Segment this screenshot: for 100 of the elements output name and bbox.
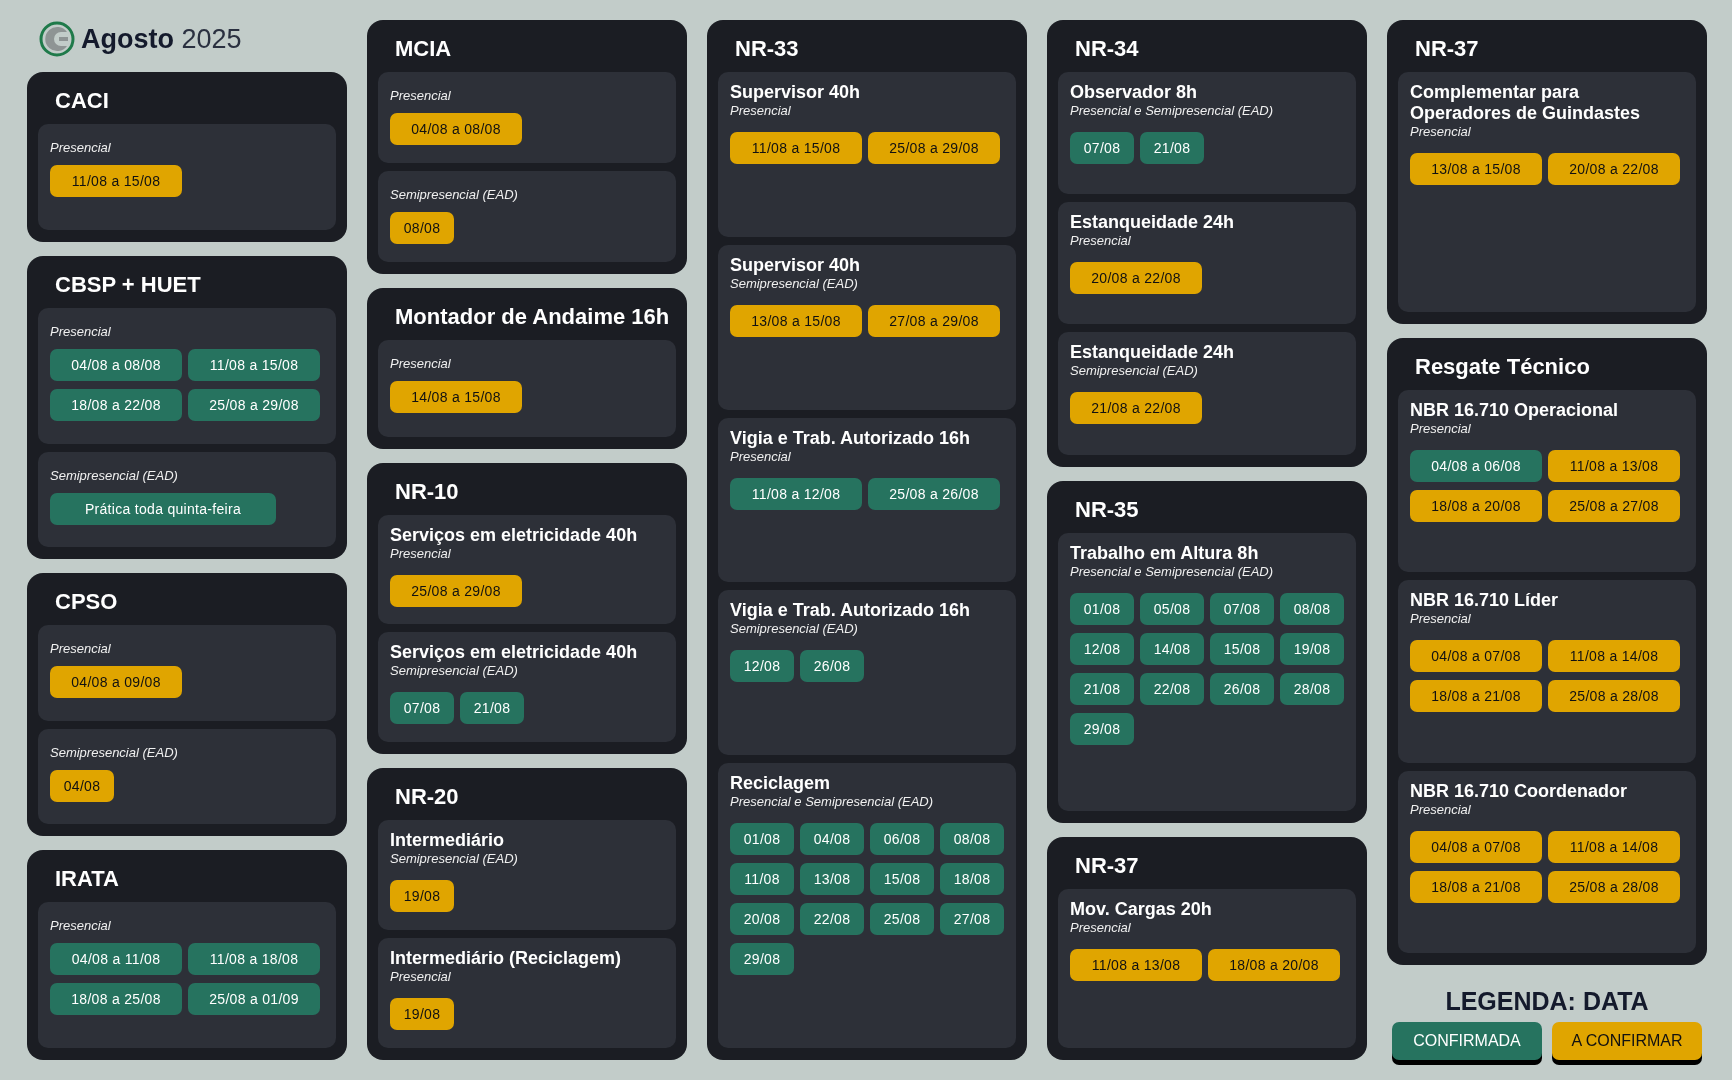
course-title: Supervisor 40h (730, 82, 862, 103)
modality-label: Presencial (390, 969, 452, 985)
date-chip: 18/08 a 25/08 (50, 983, 182, 1015)
date-chip: 29/08 (1070, 712, 1134, 745)
date-chip: 21/08 (1070, 672, 1134, 705)
modality-label: Semipresencial (EAD) (390, 186, 519, 202)
legend-title: LEGENDA: DATA (1445, 987, 1649, 1016)
date-chip: 13/08 (800, 863, 864, 896)
course-title: NBR 16.710 Operacional (1410, 400, 1620, 421)
date-chip: 11/08 a 13/08 (1070, 949, 1202, 982)
modality-label: Presencial (390, 88, 452, 103)
course-title: NBR 16.710 Coordenador (1410, 780, 1629, 802)
card-title: MCIA (394, 35, 453, 63)
date-chip: 15/08 (870, 863, 934, 896)
date-chip: 25/08 a 29/08 (188, 389, 320, 421)
date-chip: 21/08 a 22/08 (1070, 392, 1202, 425)
date-chip: 14/08 (1140, 632, 1204, 665)
date-chip: 11/08 a 15/08 (730, 132, 862, 164)
modality-label: Presencial (50, 140, 112, 155)
modality-label: Presencial (1070, 233, 1132, 249)
course-title: Intermediário (Reciclagem) (390, 948, 623, 970)
date-chip: 11/08 a 18/08 (188, 943, 320, 975)
date-chip: 04/08 a 08/08 (390, 113, 522, 145)
modality-label: Presencial e Semipresencial (EAD) (1070, 563, 1275, 579)
modality-label: Semipresencial (EAD) (1070, 363, 1199, 379)
date-chip: 20/08 a 22/08 (1070, 262, 1202, 295)
date-chip: 11/08 a 12/08 (730, 477, 862, 510)
date-chip: 06/08 (870, 823, 934, 856)
date-chip: 27/08 (940, 903, 1004, 936)
course-title: Estanqueidade 24h (1070, 212, 1236, 234)
card-title: IRATA (54, 865, 120, 893)
modality-label: Semipresencial (EAD) (730, 275, 859, 291)
date-chip: 12/08 (730, 650, 794, 683)
course-title: NBR 16.710 Líder (1410, 590, 1560, 612)
logo-icon (39, 21, 75, 57)
date-chip: 13/08 a 15/08 (730, 304, 862, 337)
date-chip: 26/08 (800, 650, 864, 683)
modality-label: Semipresencial (EAD) (730, 621, 859, 637)
date-chip: 11/08 (730, 863, 794, 896)
card-title: NR-20 (394, 783, 460, 812)
card-title: NR-37 (1414, 35, 1480, 63)
date-chip: 18/08 a 20/08 (1208, 949, 1340, 982)
date-chip: 08/08 (940, 823, 1004, 856)
course-title: Serviços em eletricidade 40h (390, 642, 639, 664)
date-chip: 04/08 (50, 769, 114, 802)
date-chip: 29/08 (730, 943, 794, 976)
modality-label: Semipresencial (EAD) (50, 467, 179, 483)
date-chip: 25/08 a 26/08 (868, 477, 1000, 510)
card-title: Resgate Técnico (1414, 353, 1591, 381)
date-chip: 15/08 (1210, 632, 1274, 665)
date-chip: 22/08 (800, 903, 864, 936)
modality-label: Semipresencial (EAD) (390, 851, 519, 867)
date-chip: 07/08 (390, 692, 454, 725)
card-title: Montador de Andaime 16h (394, 302, 671, 331)
date-chip: 18/08 (940, 863, 1004, 896)
modality-label: Semipresencial (EAD) (50, 744, 179, 760)
modality-label: Presencial (390, 545, 452, 561)
date-chip: 05/08 (1140, 592, 1204, 625)
date-chip: 27/08 a 29/08 (868, 304, 1000, 337)
date-chip: 21/08 (460, 692, 524, 725)
modality-label: Presencial (730, 103, 792, 118)
date-chip: 04/08 a 08/08 (50, 349, 182, 381)
modality-label: Presencial (1410, 611, 1472, 627)
card-title: CBSP + HUET (54, 271, 202, 299)
card-title: NR-33 (734, 35, 800, 63)
date-chip: 04/08 a 06/08 (1410, 450, 1542, 482)
date-chip: 14/08 a 15/08 (390, 380, 522, 413)
card-title: NR-10 (394, 477, 460, 506)
date-chip: 07/08 (1070, 132, 1134, 164)
course-title: Trabalho em Altura 8h (1070, 542, 1260, 564)
modality-label: Presencial (50, 918, 112, 933)
card-title: CPSO (54, 588, 119, 616)
date-chip: 25/08 a 01/09 (188, 983, 320, 1015)
modality-label: Presencial (1410, 801, 1472, 817)
date-chip: 07/08 (1210, 592, 1274, 625)
date-chip: 18/08 a 20/08 (1410, 490, 1542, 522)
modality-label: Presencial (1410, 124, 1472, 139)
date-chip: 11/08 a 14/08 (1548, 830, 1680, 863)
course-title: Intermediário (390, 830, 506, 852)
date-chip: 25/08 a 27/08 (1548, 490, 1680, 522)
modality-label: Presencial (1410, 421, 1472, 436)
date-chip: 25/08 (870, 903, 934, 936)
date-chip: 01/08 (1070, 592, 1134, 625)
date-chip: 25/08 a 29/08 (868, 132, 1000, 164)
date-chip: 01/08 (730, 823, 794, 856)
date-chip: 19/08 (390, 998, 454, 1031)
card-title: NR-37 (1074, 852, 1140, 881)
modality-label: Presencial (1070, 920, 1132, 936)
date-chip: 21/08 (1140, 132, 1204, 164)
date-chip: 18/08 a 22/08 (50, 389, 182, 421)
date-chip: 25/08 a 28/08 (1548, 680, 1680, 713)
modality-label: Presencial (50, 324, 112, 339)
date-chip: 18/08 a 21/08 (1410, 680, 1542, 713)
date-chip: 18/08 a 21/08 (1410, 870, 1542, 903)
date-chip: 08/08 (1280, 592, 1344, 625)
date-chip: 04/08 a 09/08 (50, 666, 182, 698)
course-title: Complementar para Operadores de Guindastes (1410, 82, 1642, 124)
date-chip: 26/08 (1210, 672, 1274, 705)
date-chip: 04/08 a 07/08 (1410, 830, 1542, 863)
course-title: Reciclagem (730, 773, 832, 795)
